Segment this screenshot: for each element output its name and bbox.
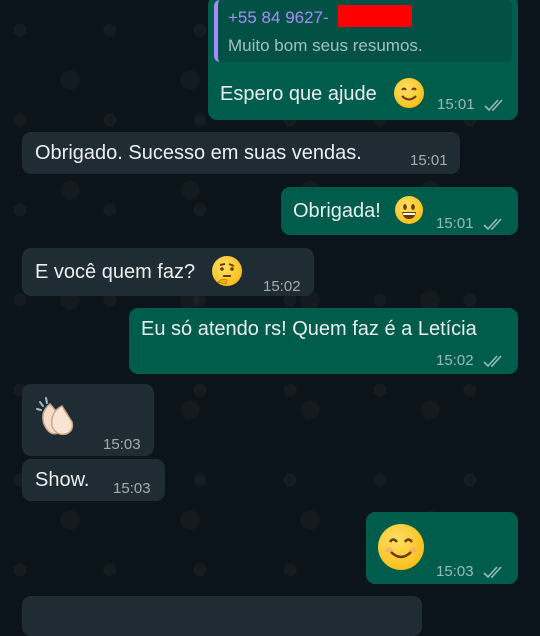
message-text: Obrigado. Sucesso em suas vendas. [35, 142, 362, 164]
message-time: 15:03 [103, 436, 141, 453]
thinking-face-icon [212, 256, 242, 286]
message-bubble-out[interactable]: Eu só atendo rs! Quem faz é a Letícia 15… [129, 308, 518, 374]
quoted-sender: +55 84 9627- [228, 8, 329, 27]
message-time: 15:01 [410, 152, 448, 169]
smiling-face-icon [378, 524, 424, 570]
quoted-text: Muito bom seus resumos. [228, 36, 423, 55]
message-time: 15:02 [263, 278, 301, 295]
grinning-face-icon [395, 196, 423, 224]
message-text: E você quem faz? [35, 261, 196, 283]
message-bubble-in[interactable]: E você quem faz? 15:02 [22, 248, 314, 296]
double-check-icon [483, 213, 505, 237]
message-time: 15:03 [436, 563, 474, 580]
message-time: 15:01 [437, 96, 475, 113]
reply-quote[interactable]: +55 84 9627- Muito bom seus resumos. [214, 0, 512, 62]
smiling-face-icon [394, 78, 424, 108]
message-bubble-in-partial[interactable] [22, 596, 422, 636]
message-bubble-out[interactable]: 15:03 [366, 512, 518, 584]
double-check-icon [483, 350, 505, 374]
message-text: Show. [35, 469, 90, 491]
message-bubble-out[interactable]: +55 84 9627- Muito bom seus resumos. Esp… [208, 0, 518, 120]
message-text: Eu só atendo rs! Quem faz é a Letícia [141, 318, 477, 340]
message-bubble-in[interactable]: Show. 15:03 [22, 459, 165, 501]
message-time: 15:02 [436, 352, 474, 369]
message-bubble-out[interactable]: Obrigada! 15:01 [281, 187, 518, 235]
message-time: 15:03 [113, 480, 151, 497]
double-check-icon [484, 94, 506, 118]
clapping-hands-icon [34, 394, 82, 442]
message-text: Espero que ajude [220, 83, 377, 105]
message-bubble-in[interactable]: Obrigado. Sucesso em suas vendas. 15:01 [22, 132, 460, 174]
message-time: 15:01 [436, 215, 474, 232]
redaction-block [338, 5, 412, 27]
double-check-icon [483, 561, 505, 585]
message-bubble-in[interactable]: 15:03 [22, 384, 154, 456]
message-text: Obrigada! [293, 200, 381, 222]
